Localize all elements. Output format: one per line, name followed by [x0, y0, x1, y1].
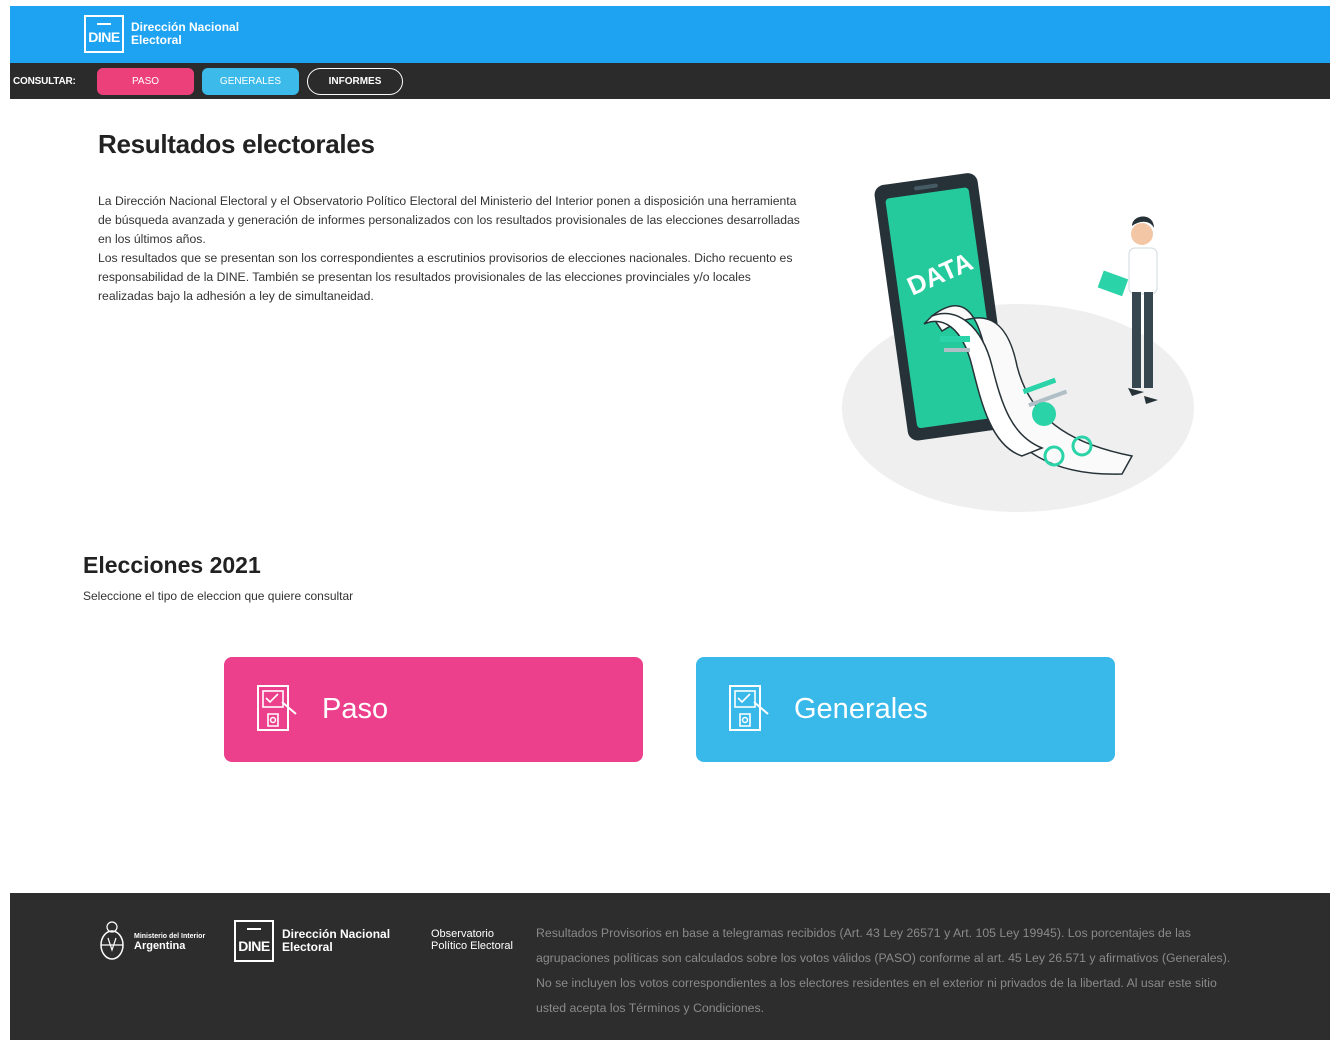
elections-title: Elecciones 2021 [83, 552, 261, 578]
page-title: Resultados electorales [98, 129, 375, 159]
intro-paragraph-2: Los resultados que se presentan son los … [98, 251, 793, 303]
intro-paragraph-1: La Dirección Nacional Electoral y el Obs… [98, 194, 800, 246]
ballot-icon [257, 684, 297, 731]
argentina-coat-of-arms-icon [100, 921, 124, 960]
data-illustration: DATA [842, 173, 1194, 512]
top-header: DINE Dirección Nacional Electoral [10, 6, 1330, 63]
generales-card-button[interactable]: Generales [696, 657, 1115, 762]
generales-card-label: Generales [794, 693, 928, 725]
paso-card-label: Paso [322, 693, 389, 725]
ministry-line-1: Ministerio del Interior [134, 933, 206, 940]
footer-dine-logo[interactable]: DINE Dirección Nacional Electoral [234, 920, 390, 962]
dine-logo[interactable]: DINE Dirección Nacional Electoral [84, 15, 239, 53]
logo-line-2: Electoral [131, 33, 182, 47]
footer-observatorio: Observatorio Político Electoral [431, 928, 513, 952]
footer-dine-line-2: Electoral [282, 940, 333, 954]
dine-logo-text: Dirección Nacional Electoral [131, 21, 239, 47]
ministry-line-2: Argentina [134, 940, 186, 952]
obs-line-2: Político Electoral [431, 940, 513, 952]
elections-subtitle: Seleccione el tipo de eleccion que quier… [83, 589, 354, 603]
footer-dine-mark: DINE [234, 920, 274, 962]
nav-label: CONSULTAR: [13, 75, 76, 87]
page: DINE Dirección Nacional Electoral CONSUL… [10, 6, 1330, 1040]
intro-text: La Dirección Nacional Electoral y el Obs… [98, 192, 808, 306]
nav-informes-button[interactable]: INFORMES [307, 67, 403, 95]
paso-card-button[interactable]: Paso [224, 657, 643, 762]
nav-paso-button[interactable]: PASO [97, 67, 194, 95]
footer-ministry: Ministerio del Interior Argentina [134, 933, 205, 952]
ballot-icon [729, 684, 769, 731]
nav-generales-button[interactable]: GENERALES [202, 67, 299, 95]
consult-navbar: CONSULTAR: PASO GENERALES INFORMES [10, 63, 1330, 99]
footer-legal-text: Resultados Provisorios en base a telegra… [536, 926, 1231, 1015]
obs-line-1: Observatorio [431, 928, 494, 940]
footer-dine-text: Dirección Nacional Electoral [282, 928, 390, 954]
dine-logo-mark: DINE [84, 15, 124, 53]
footer: Ministerio del Interior Argentina DINE D… [10, 893, 1330, 1040]
